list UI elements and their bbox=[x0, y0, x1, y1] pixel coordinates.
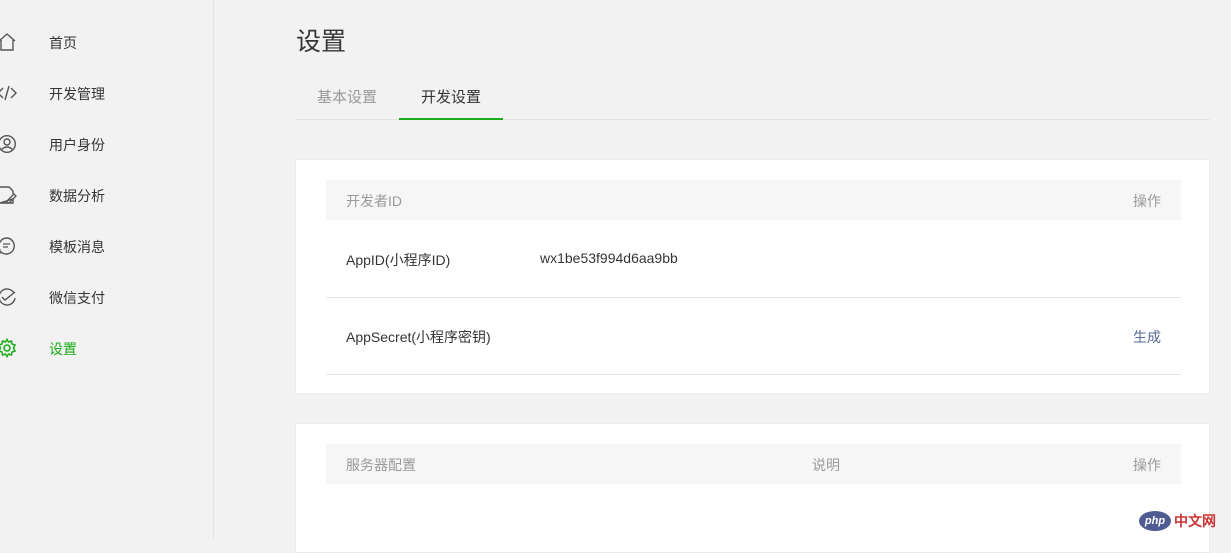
appid-value: wx1be53f994d6aa9bb bbox=[540, 250, 678, 266]
generate-link[interactable]: 生成 bbox=[1133, 327, 1161, 347]
column-header-action: 操作 bbox=[1133, 193, 1161, 209]
home-icon bbox=[0, 32, 18, 52]
table-row-appsecret: AppSecret(小程序密钥) 生成 bbox=[326, 297, 1181, 375]
watermark: php 中文网 bbox=[1139, 510, 1216, 532]
code-icon bbox=[0, 83, 18, 103]
column-header-description: 说明 bbox=[812, 457, 840, 473]
column-header-developer-id: 开发者ID bbox=[346, 193, 402, 209]
column-header-server-config: 服务器配置 bbox=[346, 457, 416, 473]
sidebar-item-dev-management[interactable]: 开发管理 bbox=[0, 73, 213, 113]
message-icon bbox=[0, 236, 18, 256]
payment-icon bbox=[0, 287, 18, 307]
sidebar-item-settings[interactable]: 设置 bbox=[0, 328, 213, 368]
table-header: 服务器配置 说明 操作 bbox=[326, 444, 1181, 484]
sidebar-item-user-identity[interactable]: 用户身份 bbox=[0, 124, 213, 164]
sidebar-item-label: 模板消息 bbox=[49, 239, 105, 255]
php-logo: php bbox=[1139, 511, 1171, 531]
sidebar-item-label: 首页 bbox=[49, 35, 77, 51]
tab-basic-settings[interactable]: 基本设置 bbox=[295, 78, 399, 119]
user-icon bbox=[0, 134, 18, 154]
table-row-appid: AppID(小程序ID) wx1be53f994d6aa9bb bbox=[326, 220, 1181, 298]
column-header-action: 操作 bbox=[1133, 457, 1161, 473]
sidebar-item-label: 微信支付 bbox=[49, 290, 105, 306]
gear-icon bbox=[0, 338, 18, 358]
appid-label: AppID(小程序ID) bbox=[346, 252, 451, 268]
appsecret-label: AppSecret(小程序密钥) bbox=[346, 329, 491, 345]
sidebar-item-label: 数据分析 bbox=[49, 188, 105, 204]
sidebar-item-label: 设置 bbox=[49, 341, 77, 357]
tab-dev-settings[interactable]: 开发设置 bbox=[399, 78, 503, 120]
sidebar-item-data-analysis[interactable]: 数据分析 bbox=[0, 175, 213, 215]
sidebar-item-template-message[interactable]: 模板消息 bbox=[0, 226, 213, 266]
developer-id-card: 开发者ID 操作 AppID(小程序ID) wx1be53f994d6aa9bb… bbox=[295, 159, 1210, 394]
sidebar-item-wechat-pay[interactable]: 微信支付 bbox=[0, 277, 213, 317]
sidebar-item-label: 用户身份 bbox=[49, 137, 105, 153]
sidebar-item-home[interactable]: 首页 bbox=[0, 22, 213, 62]
watermark-text: 中文网 bbox=[1174, 513, 1216, 529]
sidebar-item-label: 开发管理 bbox=[49, 86, 105, 102]
sidebar: 首页 开发管理 用户身份 数据分析 模板消息 微信支付 设置 bbox=[0, 0, 214, 539]
page-title: 设置 bbox=[296, 28, 347, 56]
settings-tabs: 基本设置 开发设置 bbox=[295, 78, 1210, 120]
table-header: 开发者ID 操作 bbox=[326, 180, 1181, 220]
server-config-card: 服务器配置 说明 操作 bbox=[295, 423, 1210, 553]
data-analysis-icon bbox=[0, 185, 18, 205]
